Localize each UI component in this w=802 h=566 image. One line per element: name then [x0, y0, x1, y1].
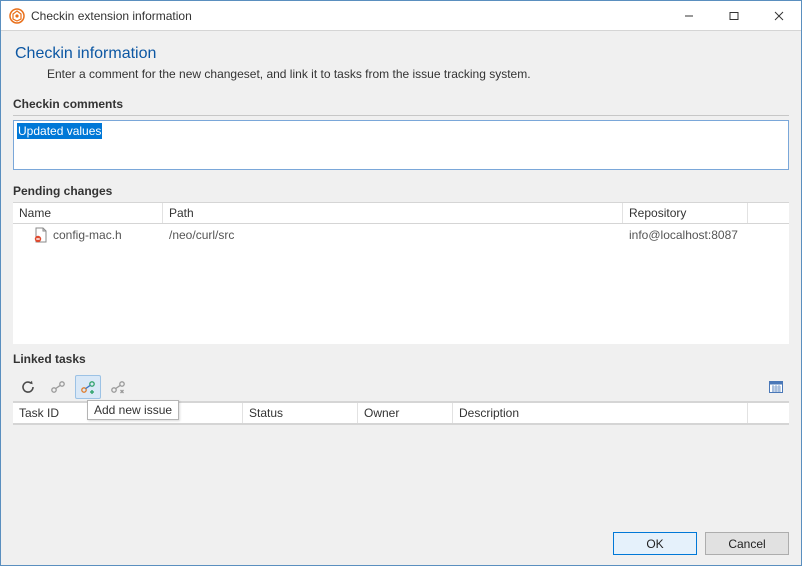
cancel-button[interactable]: Cancel [705, 532, 789, 555]
col-status[interactable]: Status [243, 403, 358, 423]
link-issue-button[interactable] [45, 375, 71, 399]
ok-button[interactable]: OK [613, 532, 697, 555]
file-path: /neo/curl/src [163, 226, 623, 244]
pending-rows: config-mac.h /neo/curl/src info@localhos… [13, 224, 789, 344]
dialog-footer: OK Cancel [1, 524, 801, 565]
close-button[interactable] [756, 1, 801, 30]
table-row[interactable]: config-mac.h /neo/curl/src info@localhos… [13, 224, 789, 246]
checkin-comment-input[interactable]: Updated values [13, 120, 789, 170]
checkin-window: Checkin extension information Checkin in… [0, 0, 802, 566]
comments-section-header: Checkin comments [13, 95, 789, 116]
col-description[interactable]: Description [453, 403, 748, 423]
minimize-button[interactable] [666, 1, 711, 30]
col-path[interactable]: Path [163, 203, 623, 223]
file-repo: info@localhost:8087 [623, 226, 748, 244]
col-spacer-2 [748, 403, 789, 423]
refresh-button[interactable] [15, 375, 41, 399]
dialog-body: Checkin information Enter a comment for … [1, 31, 801, 524]
linked-tasks-section: Linked tasks Add new issue [13, 346, 789, 516]
file-name: config-mac.h [53, 228, 122, 242]
app-icon [9, 8, 25, 24]
pending-section-header: Pending changes [13, 182, 789, 202]
page-title: Checkin information [15, 45, 789, 63]
titlebar: Checkin extension information [1, 1, 801, 31]
pending-columns: Name Path Repository [13, 202, 789, 224]
tooltip-add-new-issue: Add new issue [87, 400, 179, 420]
page-subtitle: Enter a comment for the new changeset, a… [47, 67, 789, 81]
tasks-rows [13, 424, 789, 425]
col-repository[interactable]: Repository [623, 203, 748, 223]
window-title: Checkin extension information [31, 9, 192, 23]
comment-selected-text: Updated values [17, 123, 102, 139]
linked-toolbar: Add new issue [13, 372, 789, 402]
add-new-issue-button[interactable] [75, 375, 101, 399]
calendar-icon[interactable] [763, 375, 789, 399]
col-owner[interactable]: Owner [358, 403, 453, 423]
pending-changes-grid: Name Path Repository config-mac.h /neo/c… [13, 202, 789, 344]
maximize-button[interactable] [711, 1, 756, 30]
col-spacer [748, 203, 789, 223]
unlink-issue-button[interactable] [105, 375, 131, 399]
file-modified-icon [33, 227, 49, 243]
col-name[interactable]: Name [13, 203, 163, 223]
linked-section-header: Linked tasks [13, 350, 789, 370]
